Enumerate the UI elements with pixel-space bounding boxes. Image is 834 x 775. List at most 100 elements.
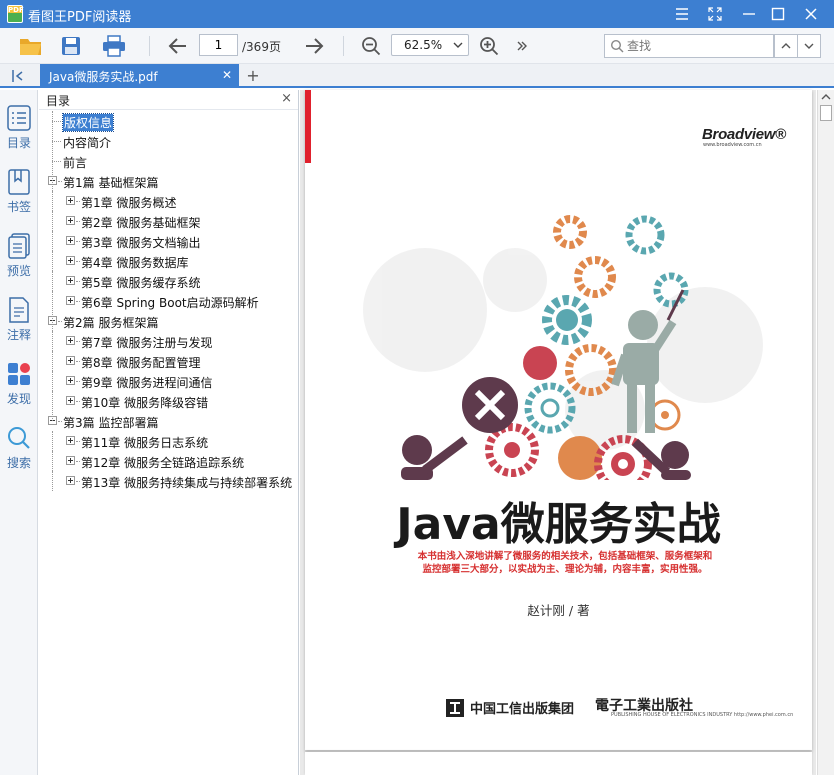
search-input[interactable]	[627, 37, 767, 55]
rail-item-toc[interactable]: 目录	[0, 104, 38, 164]
book-title: Java微服务实战	[396, 499, 721, 550]
toc-item-label: 第10章 微服务降级容错	[81, 396, 209, 410]
zoom-in-icon	[480, 37, 499, 56]
toc-item[interactable]: 版权信息	[39, 111, 298, 132]
zoom-in-button[interactable]	[475, 31, 503, 61]
vertical-scrollbar[interactable]	[817, 90, 834, 775]
tree-connector	[52, 471, 53, 491]
expand-toggle-icon[interactable]	[66, 356, 75, 365]
scrollbar-thumb[interactable]	[820, 105, 832, 121]
zoom-level-select[interactable]: 62.5%	[391, 34, 469, 56]
toc-item[interactable]: 第2篇 服务框架篇	[39, 311, 298, 331]
next-page-button[interactable]	[300, 31, 328, 61]
rail-item-discover[interactable]: 发现	[0, 360, 38, 420]
expand-toggle-icon[interactable]	[66, 216, 75, 225]
expand-toggle-icon[interactable]	[66, 376, 75, 385]
new-tab-button[interactable]: +	[245, 66, 261, 85]
toc-item-label: 第2篇 服务框架篇	[63, 316, 159, 330]
print-button[interactable]	[99, 31, 129, 61]
menu-button[interactable]	[667, 2, 697, 26]
rail-item-annotations[interactable]: 注释	[0, 296, 38, 356]
broadview-logo: Broadview®	[702, 126, 786, 143]
save-button[interactable]	[57, 31, 85, 61]
expand-toggle-icon[interactable]	[66, 276, 75, 285]
tree-connector	[58, 421, 62, 422]
toc-item[interactable]: 第13章 微服务持续集成与持续部署系统	[39, 471, 298, 491]
expand-toggle-icon[interactable]	[66, 396, 75, 405]
rail-item-preview[interactable]: 预览	[0, 232, 38, 292]
toc-item[interactable]: 第1章 微服务概述	[39, 191, 298, 211]
toc-item[interactable]: 第5章 微服务缓存系统	[39, 271, 298, 291]
toc-item-label: 第13章 微服务持续集成与持续部署系统	[81, 476, 293, 490]
toc-item[interactable]: 第10章 微服务降级容错	[39, 391, 298, 411]
discover-icon	[8, 363, 30, 385]
toc-item-label: 第1章 微服务概述	[81, 196, 177, 210]
tree-connector	[76, 341, 80, 342]
toc-item[interactable]: 内容简介	[39, 131, 298, 151]
tree-connector	[52, 121, 61, 122]
minimize-button[interactable]	[734, 2, 764, 26]
toc-item[interactable]: 第8章 微服务配置管理	[39, 351, 298, 371]
search-previous-button[interactable]	[774, 34, 798, 58]
toc-item[interactable]: 第3篇 监控部署篇	[39, 411, 298, 431]
expand-toggle-icon[interactable]	[66, 476, 75, 485]
chevron-down-icon	[804, 43, 814, 49]
sidebar-rail: 目录 书签 预览 注释 发现 搜索	[0, 90, 38, 775]
toc-item[interactable]: 第1篇 基础框架篇	[39, 171, 298, 191]
search-field[interactable]	[604, 34, 774, 58]
close-window-button[interactable]	[796, 2, 826, 26]
printer-icon	[103, 35, 125, 57]
expand-toggle-icon[interactable]	[66, 236, 75, 245]
toc-item[interactable]: 第2章 微服务基础框架	[39, 211, 298, 231]
open-file-button[interactable]	[16, 31, 46, 61]
maximize-button[interactable]	[763, 2, 793, 26]
tree-connector	[76, 221, 80, 222]
zoom-out-button[interactable]	[357, 31, 385, 61]
toc-item-label: 第3章 微服务文档输出	[81, 236, 201, 250]
previous-page-button[interactable]	[164, 31, 192, 61]
expand-toggle-icon[interactable]	[66, 336, 75, 345]
more-tools-button[interactable]	[512, 31, 532, 61]
toc-item[interactable]: 第4章 微服务数据库	[39, 251, 298, 271]
toc-item-label: 第5章 微服务缓存系统	[81, 276, 201, 290]
expand-toggle-icon[interactable]	[66, 436, 75, 445]
cover-red-bar	[305, 90, 311, 163]
toc-item-label: 前言	[63, 156, 88, 170]
expand-toggle-icon[interactable]	[66, 196, 75, 205]
toc-header: 目录 ×	[39, 90, 298, 110]
fullscreen-button[interactable]	[700, 2, 730, 26]
tree-connector	[76, 361, 80, 362]
toc-item-label: 版权信息	[61, 113, 115, 132]
page-number-input[interactable]	[199, 34, 238, 56]
expand-toggle-icon[interactable]	[66, 456, 75, 465]
toc-item[interactable]: 第12章 微服务全链路追踪系统	[39, 451, 298, 471]
toc-item[interactable]: 第3章 微服务文档输出	[39, 231, 298, 251]
expand-toggle-icon[interactable]	[66, 256, 75, 265]
tree-connector	[58, 321, 62, 322]
search-next-button[interactable]	[797, 34, 821, 58]
tree-connector	[76, 461, 80, 462]
close-tab-button[interactable]: ✕	[222, 68, 232, 82]
tree-connector	[76, 441, 80, 442]
collapse-sidebar-button[interactable]	[6, 67, 30, 85]
toc-item[interactable]: 第6章 Spring Boot启动源码解析	[39, 291, 298, 311]
fullscreen-icon	[708, 7, 722, 21]
toc-item[interactable]: 第7章 微服务注册与发现	[39, 331, 298, 351]
toc-item-label: 第8章 微服务配置管理	[81, 356, 201, 370]
toc-item[interactable]: 第9章 微服务进程间通信	[39, 371, 298, 391]
document-viewer[interactable]: Broadview® www.broadview.com.cn Java微服务实…	[300, 90, 816, 775]
document-tab[interactable]: Java微服务实战.pdf ✕	[40, 64, 239, 88]
toc-item[interactable]: 前言	[39, 151, 298, 171]
toc-item[interactable]: 第11章 微服务日志系统	[39, 431, 298, 451]
miit-logo	[446, 699, 464, 717]
expand-toggle-icon[interactable]	[66, 296, 75, 305]
publisher-subline: PUBLISHING HOUSE OF ELECTRONICS INDUSTRY…	[611, 712, 794, 718]
tree-connector	[76, 201, 80, 202]
hamburger-icon	[676, 8, 688, 20]
close-toc-button[interactable]: ×	[281, 91, 292, 106]
blurb-line-2: 监控部署三大部分，以实战为主、理论为辅，内容丰富，实用性强。	[422, 564, 708, 575]
rail-item-bookmarks[interactable]: 书签	[0, 168, 38, 228]
book-author: 赵计刚 / 著	[527, 603, 590, 618]
rail-item-search[interactable]: 搜索	[0, 424, 38, 484]
close-icon	[805, 8, 817, 20]
